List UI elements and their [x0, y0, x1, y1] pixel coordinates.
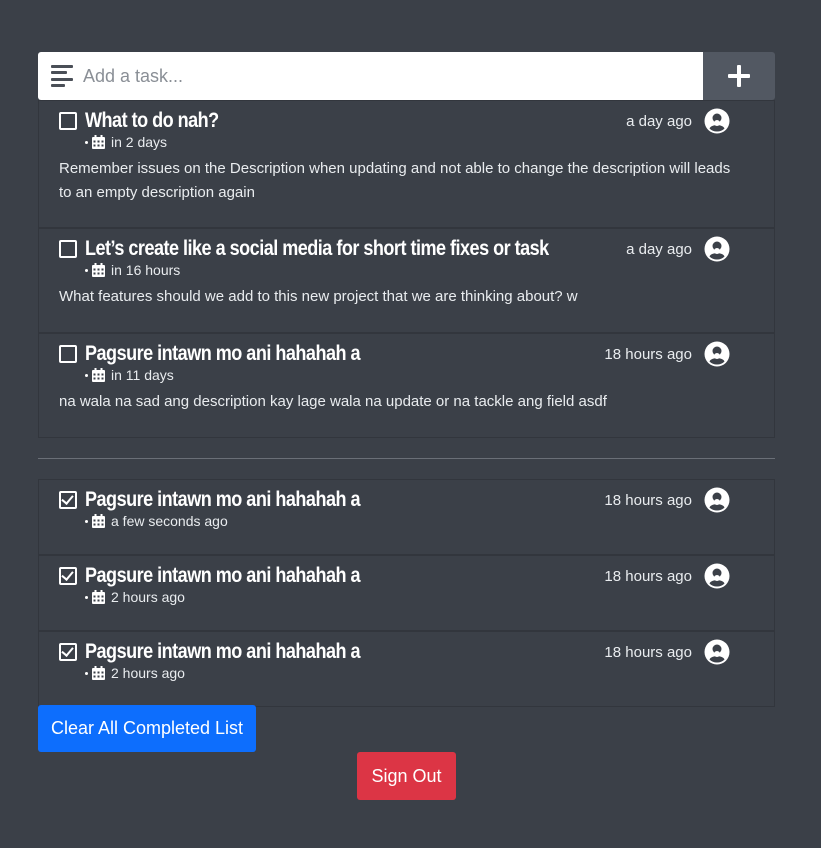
bullet-icon [85, 373, 88, 377]
section-divider [38, 458, 775, 459]
task-title: Pagsure intawn mo ani hahahah a [85, 640, 361, 663]
calendar-icon [92, 135, 105, 149]
completed-task-item: Pagsure intawn mo ani hahahah a 18 hours… [38, 479, 775, 555]
task-due-text: in 16 hours [111, 262, 181, 278]
clear-completed-button[interactable]: Clear All Completed List [38, 705, 256, 752]
more-options-icon[interactable] [705, 558, 729, 598]
bullet-icon [85, 268, 88, 272]
completed-task-item: Pagsure intawn mo ani hahahah a 18 hours… [38, 555, 775, 631]
add-task-button[interactable] [703, 52, 775, 100]
task-title: Pagsure intawn mo ani hahahah a [85, 564, 361, 587]
calendar-icon [92, 263, 105, 277]
more-options-icon[interactable] [705, 634, 729, 674]
sign-out-button[interactable]: Sign Out [357, 752, 456, 800]
more-options-icon[interactable] [705, 103, 729, 143]
task-due-text: in 2 days [111, 134, 168, 150]
task-due-text: 2 hours ago [111, 665, 185, 681]
task-time-ago: 18 hours ago [604, 345, 692, 363]
task-time-ago: 18 hours ago [604, 643, 692, 661]
task-time-ago: a day ago [626, 112, 692, 130]
task-checkbox-checked[interactable] [59, 567, 77, 585]
bullet-icon [85, 519, 88, 523]
task-due-text: a few seconds ago [111, 513, 228, 529]
task-description: na wala na sad ang description kay lage … [59, 393, 607, 410]
calendar-icon [92, 368, 105, 382]
task-checkbox[interactable] [59, 345, 77, 363]
task-checkbox[interactable] [59, 240, 77, 258]
more-options-icon[interactable] [705, 336, 729, 376]
task-title: Let’s create like a social media for sho… [85, 237, 549, 260]
add-task-bar [38, 52, 775, 100]
todo-container: What to do nah? a day ago [38, 52, 775, 707]
task-checkbox-checked[interactable] [59, 643, 77, 661]
task-title: Pagsure intawn mo ani hahahah a [85, 488, 361, 511]
task-title: Pagsure intawn mo ani hahahah a [85, 342, 361, 365]
bullet-icon [85, 671, 88, 675]
bullet-icon [85, 595, 88, 599]
more-options-icon[interactable] [705, 482, 729, 522]
task-due-text: 2 hours ago [111, 589, 185, 605]
task-checkbox[interactable] [59, 112, 77, 130]
text-lines-icon [51, 65, 73, 87]
add-task-field-wrapper [38, 52, 703, 100]
task-description: What features should we add to this new … [59, 288, 578, 305]
plus-icon [728, 65, 750, 87]
task-item: Let’s create like a social media for sho… [38, 228, 775, 333]
calendar-icon [92, 590, 105, 604]
task-time-ago: 18 hours ago [604, 491, 692, 509]
task-checkbox-checked[interactable] [59, 491, 77, 509]
task-description: Remember issues on the Description when … [59, 160, 731, 201]
task-time-ago: 18 hours ago [604, 567, 692, 585]
task-title: What to do nah? [85, 109, 219, 132]
calendar-icon [92, 666, 105, 680]
calendar-icon [92, 514, 105, 528]
more-options-icon[interactable] [705, 231, 729, 271]
task-item: Pagsure intawn mo ani hahahah a 18 hours… [38, 333, 775, 438]
task-due-text: in 11 days [111, 367, 174, 383]
add-task-input[interactable] [83, 52, 703, 100]
bullet-icon [85, 140, 88, 144]
completed-task-item: Pagsure intawn mo ani hahahah a 18 hours… [38, 631, 775, 707]
task-item: What to do nah? a day ago in 2 days Reme… [38, 100, 775, 228]
task-time-ago: a day ago [626, 240, 692, 258]
